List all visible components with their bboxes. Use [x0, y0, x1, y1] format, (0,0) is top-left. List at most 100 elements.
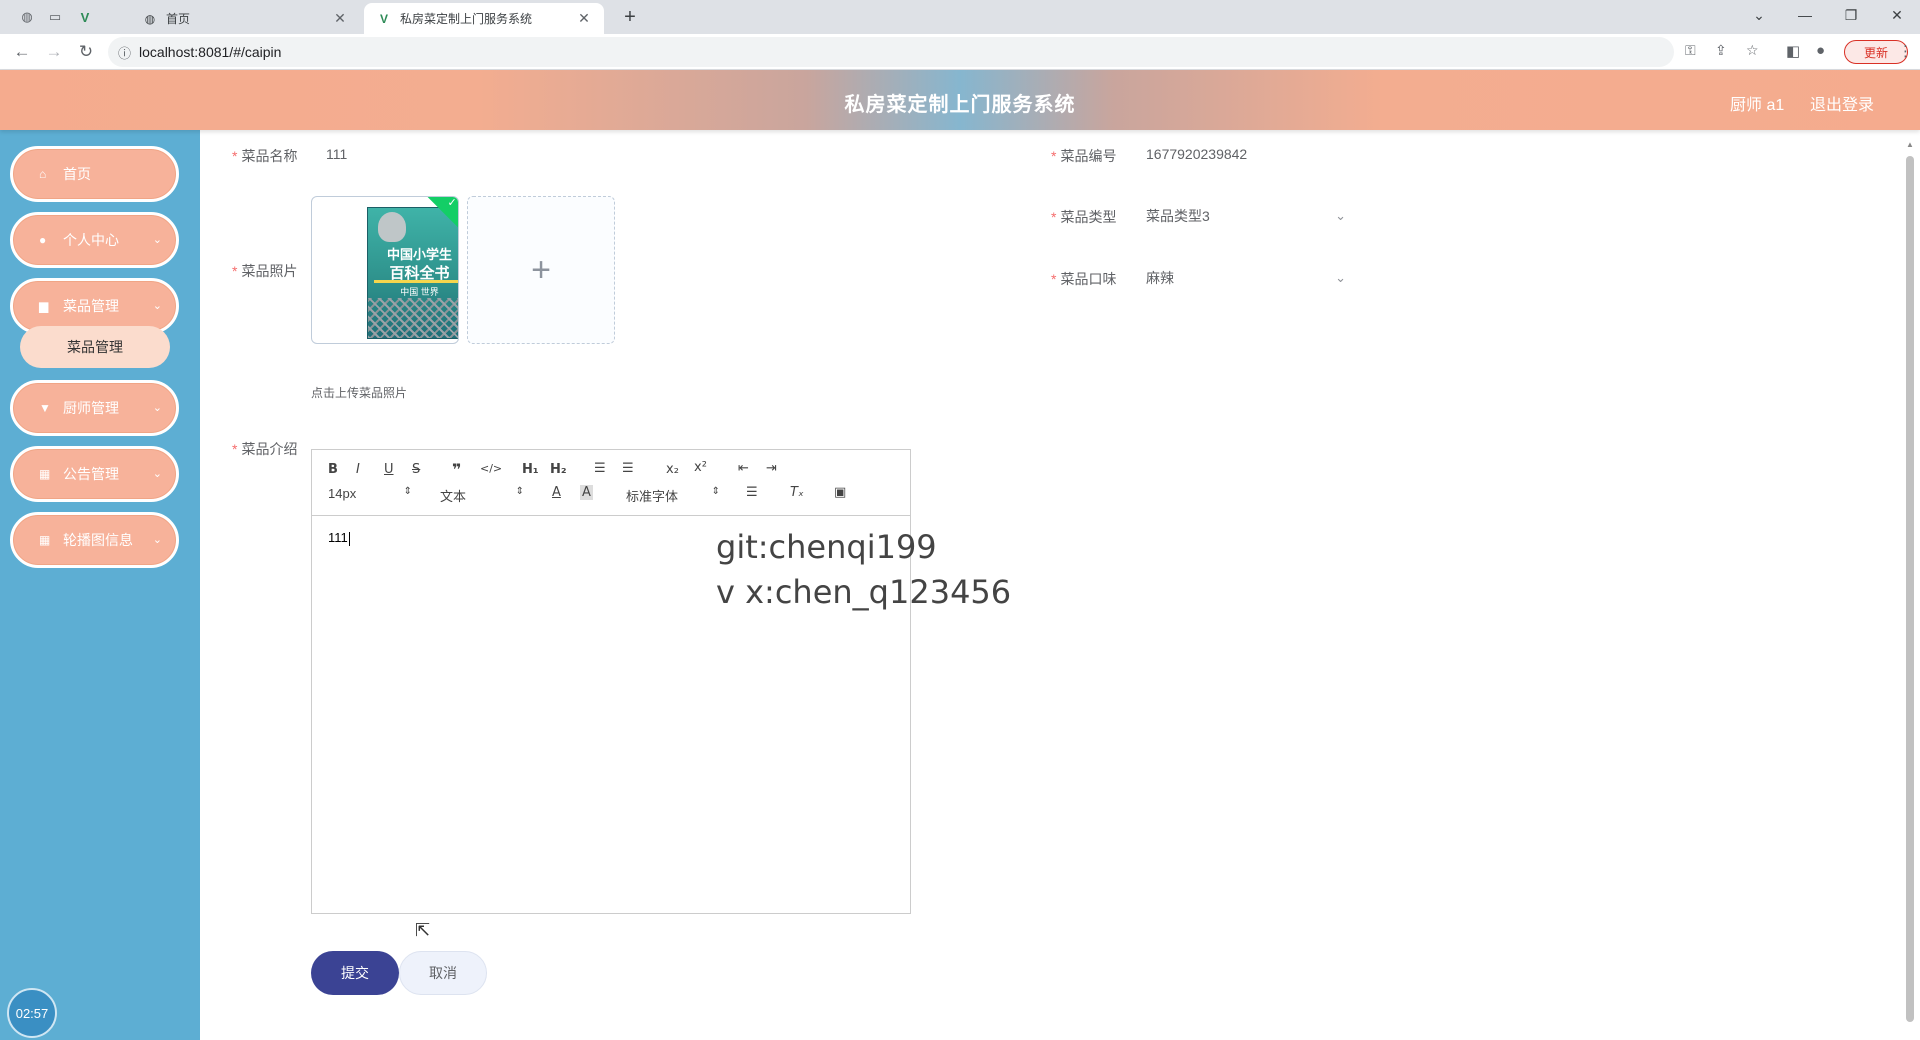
- font-family-select[interactable]: 标准字体 ⇕: [626, 486, 720, 505]
- browser-tab-home[interactable]: ◍ 首页 ✕: [130, 3, 360, 34]
- clear-format-icon[interactable]: Tₓ: [790, 485, 804, 500]
- side-panel-icon[interactable]: ◧: [1786, 42, 1800, 60]
- close-window-button[interactable]: ✕: [1874, 0, 1920, 30]
- browser-tab-active[interactable]: V 私房菜定制上门服务系统 ✕: [364, 3, 604, 34]
- image-icon[interactable]: ▣: [834, 485, 846, 500]
- current-user[interactable]: 厨师 a1: [1730, 91, 1784, 115]
- chevron-down-icon: ⌄: [152, 300, 162, 312]
- blockquote-icon[interactable]: ❞: [452, 460, 461, 479]
- code-block-icon[interactable]: </>: [480, 462, 502, 475]
- chevron-down-icon: ⌄: [1335, 208, 1346, 223]
- chevron-down-icon: ⌄: [152, 468, 162, 480]
- clock-widget: 02:57: [7, 988, 57, 1038]
- pinned-tab-blank-icon[interactable]: ▭: [42, 5, 68, 29]
- outdent-icon[interactable]: ⇤: [738, 461, 749, 476]
- scroll-up-arrow-icon[interactable]: ▲: [1906, 140, 1914, 149]
- dish-code-value[interactable]: 1677920239842: [1146, 146, 1247, 162]
- font-color-icon[interactable]: A: [552, 485, 561, 500]
- key-icon[interactable]: ⚿: [1685, 42, 1696, 59]
- restore-button[interactable]: ❐: [1828, 0, 1874, 30]
- font-family-value: 标准字体: [626, 489, 679, 504]
- rich-text-editor: B I U S ❞ </> H₁ H₂ ☰ ☰ x₂ x² ⇤ ⇥ 14px ⇕…: [311, 449, 911, 914]
- forward-icon[interactable]: →: [40, 38, 68, 66]
- minimize-button[interactable]: —: [1782, 0, 1828, 30]
- back-icon[interactable]: ←: [8, 38, 36, 66]
- chevron-down-icon: ⌄: [152, 534, 162, 546]
- dish-intro-label: * 菜品介绍: [232, 441, 298, 457]
- sidebar-item-carousel-info[interactable]: ▦ 轮播图信息 ⌄: [10, 512, 179, 568]
- background-color-icon[interactable]: A: [580, 485, 593, 500]
- indent-icon[interactable]: ⇥: [766, 461, 777, 476]
- dish-type-select[interactable]: 菜品类型3 ⌄: [1146, 200, 1346, 232]
- sidebar-item-chef-management[interactable]: ▼ 厨师管理 ⌄: [10, 380, 179, 436]
- sidebar-item-personal-center[interactable]: ● 个人中心 ⌄: [10, 212, 179, 268]
- ordered-list-icon[interactable]: ☰: [594, 461, 606, 476]
- app-title: 私房菜定制上门服务系统: [844, 94, 1076, 116]
- sidebar-item-label: 菜品管理: [63, 298, 119, 314]
- heading1-icon[interactable]: H₁: [522, 462, 539, 477]
- underline-icon[interactable]: U: [384, 462, 394, 477]
- browser-tabbar: ◍ ▭ V ◍ 首页 ✕ V 私房菜定制上门服务系统 ✕ + ⌄ — ❐ ✕: [0, 0, 1920, 34]
- dish-photo-label: * 菜品照片: [232, 263, 298, 279]
- new-tab-button[interactable]: +: [616, 4, 644, 30]
- updown-icon: ⇕: [711, 486, 720, 497]
- uploaded-photo-thumbnail[interactable]: 中国小学生 百科全书 中国 世界 ✓: [311, 196, 459, 344]
- trophy-icon: ▼: [39, 401, 51, 415]
- editor-text: 111: [328, 530, 348, 545]
- logout-link[interactable]: 退出登录: [1810, 91, 1874, 115]
- submenu-item-dish-management[interactable]: 菜品管理: [20, 326, 170, 368]
- dish-flavor-select[interactable]: 麻辣 ⌄: [1146, 262, 1346, 294]
- close-icon[interactable]: ✕: [576, 10, 592, 27]
- url-text: localhost:8081/#/caipin: [139, 44, 282, 60]
- chevron-down-icon: ⌄: [152, 402, 162, 414]
- check-icon: ✓: [447, 196, 457, 209]
- more-menu-icon[interactable]: ⋮: [1898, 42, 1913, 60]
- sidebar-item-label: 公告管理: [63, 466, 119, 482]
- add-photo-button[interactable]: +: [467, 196, 615, 344]
- dish-name-value[interactable]: 111: [326, 146, 347, 162]
- profile-avatar-icon[interactable]: ●: [1816, 42, 1825, 59]
- font-size-value: 14px: [328, 486, 357, 501]
- tab-search-icon[interactable]: ⌄: [1736, 0, 1782, 30]
- tab-title: 首页: [166, 12, 191, 26]
- heading2-icon[interactable]: H₂: [550, 462, 567, 477]
- update-label: 更新: [1863, 45, 1888, 60]
- font-size-select[interactable]: 14px ⇕: [328, 486, 412, 501]
- bold-icon[interactable]: B: [328, 462, 338, 477]
- tab-title: 私房菜定制上门服务系统: [400, 12, 533, 26]
- align-icon[interactable]: ☰: [746, 485, 758, 500]
- cancel-label: 取消: [429, 965, 457, 981]
- sidebar-item-label: 首页: [63, 166, 91, 182]
- dish-flavor-value: 麻辣: [1146, 270, 1174, 286]
- strike-icon[interactable]: S: [412, 462, 420, 477]
- pinned-tab-vue-icon[interactable]: V: [72, 5, 98, 29]
- subscript-icon[interactable]: x₂: [666, 462, 679, 477]
- site-info-icon[interactable]: ⓘ: [118, 43, 131, 62]
- bullet-list-icon[interactable]: ☰: [622, 461, 634, 476]
- mouse-cursor-icon: ⇱: [415, 920, 431, 940]
- italic-icon[interactable]: I: [356, 462, 360, 477]
- cancel-button[interactable]: 取消: [399, 951, 487, 995]
- sidebar-item-home[interactable]: ⌂ 首页: [10, 146, 179, 202]
- plus-icon: +: [531, 250, 551, 289]
- superscript-icon[interactable]: x²: [694, 460, 707, 475]
- text-caret: [348, 531, 350, 546]
- share-icon[interactable]: ⇪: [1715, 42, 1727, 59]
- format-value: 文本: [440, 489, 467, 504]
- document-icon: ▆: [39, 299, 49, 313]
- bookmark-star-icon[interactable]: ☆: [1746, 42, 1759, 59]
- sidebar-item-notice-management[interactable]: ▦ 公告管理 ⌄: [10, 446, 179, 502]
- close-icon[interactable]: ✕: [332, 10, 348, 27]
- browser-toolbar: ← → ↻ ⓘ localhost:8081/#/caipin ⚿ ⇪ ☆ ◧ …: [0, 34, 1920, 70]
- user-icon: ●: [39, 233, 47, 247]
- grid-icon: ▦: [39, 467, 51, 481]
- address-bar[interactable]: ⓘ localhost:8081/#/caipin: [108, 37, 1674, 67]
- format-select[interactable]: 文本 ⇕: [440, 486, 524, 505]
- editor-content[interactable]: 111: [328, 530, 350, 546]
- grid-icon: ▦: [39, 533, 51, 547]
- sidebar: ⌂ 首页 ● 个人中心 ⌄ ▆ 菜品管理 ⌄ 菜品管理 ▼ 厨师管理 ⌄ ▦ 公…: [0, 130, 200, 1040]
- reload-icon[interactable]: ↻: [72, 38, 100, 66]
- page-scrollbar[interactable]: [1906, 156, 1914, 1022]
- pinned-tab-globe-icon[interactable]: ◍: [14, 5, 40, 29]
- submit-button[interactable]: 提交: [311, 951, 399, 995]
